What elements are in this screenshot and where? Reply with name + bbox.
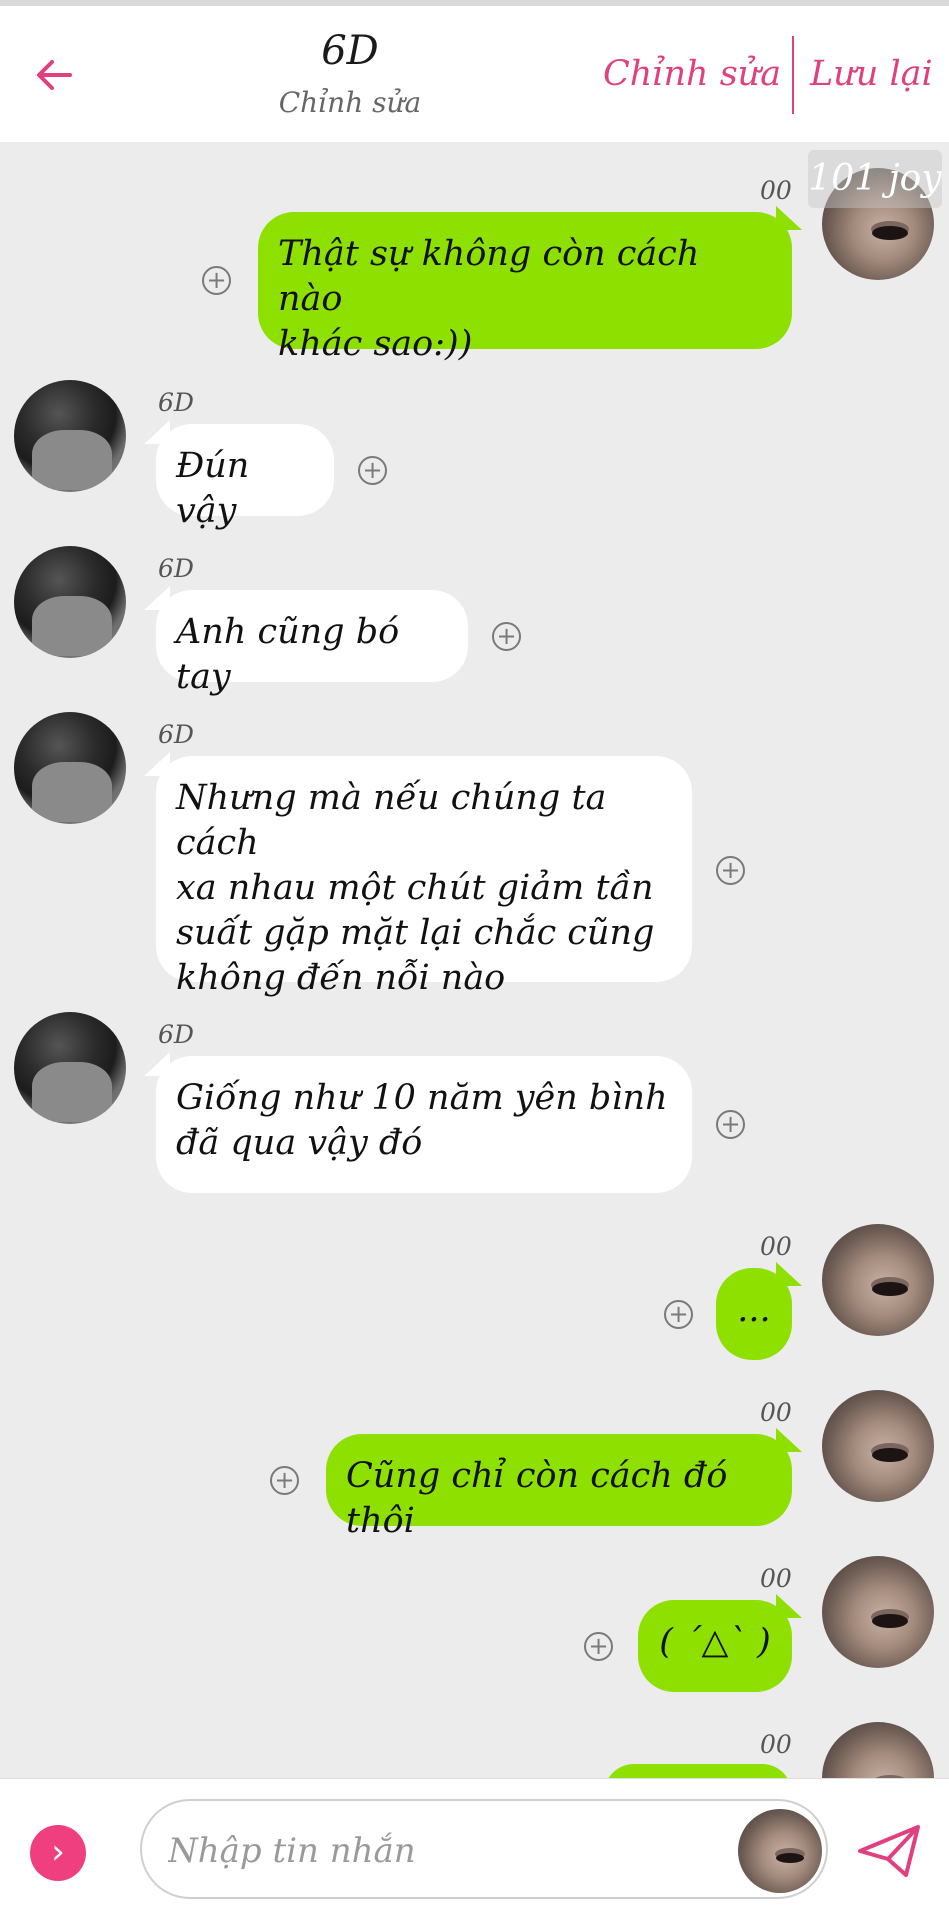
sender-name: 6D <box>158 554 194 583</box>
message-bubble[interactable]: Giống như 10 năm yên bình đã qua vậy đó <box>156 1056 692 1193</box>
add-reaction-icon[interactable]: + <box>664 1300 693 1329</box>
watermark: 101 joy <box>808 150 942 208</box>
message-bubble[interactable]: ... <box>716 1268 792 1360</box>
sender-name: 6D <box>158 1020 194 1049</box>
message-bubble[interactable]: Đún vậy <box>156 424 334 531</box>
message-text-line: Thật sự không còn cách nào <box>278 234 700 319</box>
sender-name: 6D <box>158 720 194 749</box>
sender-name: 00 <box>760 1730 792 1759</box>
message-text-line: ( ´△` ) <box>659 1622 771 1662</box>
message-text-line: Giống như 10 năm yên bình <box>176 1078 668 1118</box>
chat-subtitle: Chỉnh sửa <box>278 86 422 119</box>
chevron-right-icon[interactable]: › <box>30 1825 86 1881</box>
add-reaction-icon[interactable]: + <box>716 856 745 885</box>
sender-name: 00 <box>760 1564 792 1593</box>
message-input[interactable] <box>166 1821 690 1881</box>
message-text-line: Đún vậy <box>176 446 250 531</box>
composer-bar: › <box>0 1778 949 1921</box>
message-text-line: không đến nỗi nào <box>176 958 506 998</box>
add-reaction-icon[interactable]: + <box>202 266 231 295</box>
message-text-line: xa nhau một chút giảm tần <box>176 868 654 908</box>
message-text-line: khác sao:)) <box>278 324 473 364</box>
avatar[interactable] <box>822 1390 934 1502</box>
add-reaction-icon[interactable]: + <box>584 1632 613 1661</box>
message-bubble[interactable]: ( ´△` ) <box>638 1600 792 1692</box>
message-input-box[interactable] <box>140 1799 828 1899</box>
paper-plane-icon[interactable] <box>856 1821 922 1881</box>
message-text-line: Nhưng mà nếu chúng ta cách <box>176 778 607 863</box>
save-button[interactable]: Lưu lại <box>810 54 933 94</box>
sender-avatar-selector[interactable] <box>738 1809 822 1893</box>
message-text-line: ... <box>737 1290 771 1330</box>
avatar[interactable] <box>822 1556 934 1668</box>
add-reaction-icon[interactable]: + <box>358 456 387 485</box>
header-divider <box>792 36 794 114</box>
avatar[interactable] <box>14 380 126 492</box>
sender-name: 00 <box>760 1398 792 1427</box>
chat-header: 6D Chỉnh sửa Chỉnh sửa Lưu lại <box>0 6 949 142</box>
avatar[interactable] <box>14 1012 126 1124</box>
message-text-line: suất gặp mặt lại chắc cũng <box>176 913 655 953</box>
add-reaction-icon[interactable]: + <box>716 1110 745 1139</box>
edit-button[interactable]: Chỉnh sửa <box>603 54 781 94</box>
add-reaction-icon[interactable]: + <box>270 1466 299 1495</box>
message-text-line: Cũng chỉ còn cách đó thôi <box>346 1456 728 1541</box>
avatar[interactable] <box>14 712 126 824</box>
chat-title: 6D <box>321 28 379 74</box>
message-bubble[interactable]: Anh cũng bó tay <box>156 590 468 697</box>
sender-name: 6D <box>158 388 194 417</box>
message-text-line: Anh cũng bó tay <box>176 612 400 697</box>
message-bubble[interactable]: Cũng chỉ còn cách đó thôi <box>326 1434 792 1541</box>
message-bubble[interactable]: Thật sự không còn cách nào khác sao:)) <box>258 212 792 364</box>
message-bubble[interactable]: Nhưng mà nếu chúng ta cách xa nhau một c… <box>156 756 692 998</box>
sender-name: 00 <box>760 176 792 205</box>
add-reaction-icon[interactable]: + <box>492 622 521 651</box>
avatar[interactable] <box>14 546 126 658</box>
avatar[interactable] <box>822 1224 934 1336</box>
sender-name: 00 <box>760 1232 792 1261</box>
message-text-line: đã qua vậy đó <box>176 1123 423 1163</box>
